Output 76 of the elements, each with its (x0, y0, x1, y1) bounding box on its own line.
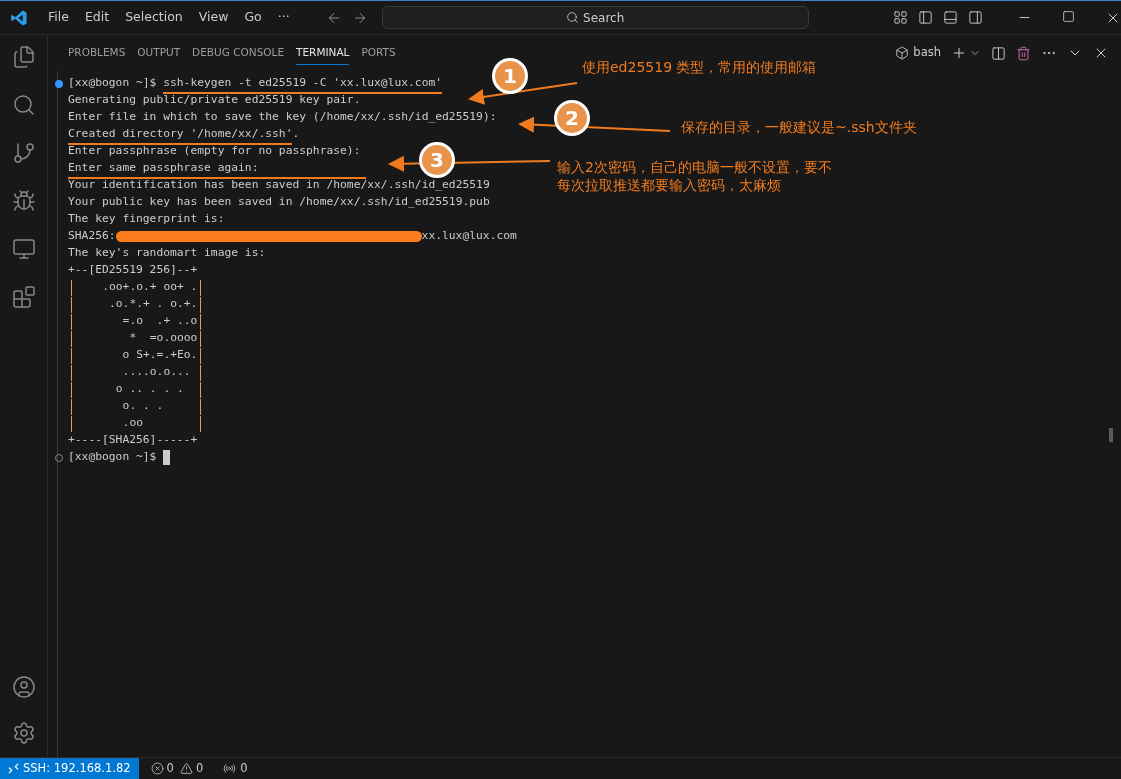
scrollbar (1109, 428, 1113, 442)
search-placeholder: Search (583, 9, 625, 27)
randomart-row-text: .o.*.+ . o.+. (108, 296, 198, 313)
error-count[interactable]: 0 (166, 759, 174, 778)
annotation-text: 输入2次密码，自己的电脑一般不设置，要不 (557, 158, 832, 176)
ports-icon (223, 762, 237, 775)
terminal-output: xx.lux@lux.com (421, 228, 517, 245)
search-icon (566, 11, 580, 24)
run-debug-icon[interactable] (11, 189, 36, 213)
annotation-text: 每次拉取推送都要输入密码，太麻烦 (557, 176, 782, 194)
terminal-output: SHA256: (68, 228, 116, 245)
terminal-output: The key fingerprint is: (68, 211, 225, 228)
step-marker: 2 (554, 100, 590, 136)
randomart-row-text: =.o .+ ..o (121, 313, 198, 330)
terminal-prompt: [xx@bogon ~]$ (68, 75, 158, 92)
randomart-row-text: o .. . . . (114, 381, 185, 398)
warning-icon (179, 762, 193, 775)
terminal-output: . (292, 126, 300, 143)
panel-tab[interactable]: DEBUG CONSOLE (192, 41, 285, 65)
remote-explorer-icon[interactable] (11, 237, 36, 261)
maximize-icon[interactable] (1061, 9, 1075, 23)
terminal-profile-button[interactable]: bash (895, 44, 941, 62)
step-marker: 3 (419, 142, 455, 178)
terminal-output: +----[SHA256]-----+ (68, 432, 198, 449)
terminal-cursor (163, 450, 171, 465)
annotation-text: 保存的目录，一般建议是~.ssh文件夹 (681, 118, 917, 136)
randomart-row-text: .oo (121, 415, 144, 432)
vscode-logo (10, 8, 28, 27)
source-control-icon[interactable] (11, 141, 36, 165)
secondary-sidebar-icon[interactable] (967, 10, 983, 25)
terminal-output: Created directory '/home/xx/.ssh' (68, 126, 293, 143)
panel-tab[interactable]: PROBLEMS (68, 41, 126, 65)
randomart-row-text: .oo+.o.+ oo+ . (101, 279, 198, 296)
annotation-text: 使用ed25519 类型，常用的使用邮箱 (582, 58, 817, 76)
terminal-output: Your identification has been saved in /home/xx/.ssh/id_ed25519 (68, 177, 490, 194)
randomart-row-text: ....o.o... (121, 364, 192, 381)
menu-item[interactable]: Go (238, 8, 268, 27)
search-field[interactable]: Search (381, 6, 809, 29)
terminal-output: Generating public/private ed25519 key pair. (68, 92, 361, 109)
new-terminal-icon[interactable] (951, 45, 967, 61)
menu-item[interactable]: Selection (119, 8, 189, 27)
terminal-output: Enter file in which to save the key (/home/xx/.ssh/id_ed25519): (68, 109, 497, 126)
terminal-output: +--[ED25519 256]--+ (68, 262, 198, 279)
panel-tab[interactable]: TERMINAL (296, 41, 350, 65)
delete-icon[interactable] (1016, 45, 1031, 61)
settings-icon[interactable] (11, 721, 36, 745)
menu-item[interactable]: Edit (78, 8, 116, 27)
terminal-output: Your public key has been saved in /home/xx/.ssh/id_ed25519.pub (68, 194, 490, 211)
warning-count[interactable]: 0 (195, 759, 204, 778)
menu-item[interactable]: View (192, 8, 235, 27)
step-marker: 1 (492, 58, 528, 94)
menu-item[interactable]: ··· (271, 8, 296, 27)
terminal-output: Enter same passphrase again: (68, 160, 259, 177)
panel-tab[interactable]: PORTS (361, 41, 396, 65)
terminal-output: Enter passphrase (empty for no passphrase): (68, 143, 361, 160)
terminal-command: ssh-keygen -t ed25519 -C 'xx.lux@lux.com' (163, 75, 443, 92)
files-icon[interactable] (11, 45, 36, 69)
randomart-row-text: o S+.=.+Eo. (121, 347, 198, 364)
terminal-prompt: [xx@bogon ~]$ (68, 449, 158, 466)
error-icon (150, 762, 164, 775)
panel-toggle-icon[interactable] (942, 10, 958, 25)
randomart-row-text: o. . . (121, 398, 165, 415)
terminal-shell-icon (895, 46, 910, 60)
search-icon[interactable] (11, 93, 36, 117)
sidebar-toggle-icon[interactable] (917, 10, 933, 25)
extensions-icon[interactable] (11, 285, 36, 309)
split-terminal-icon[interactable] (991, 45, 1006, 61)
randomart-row-text: * =o.oooo (128, 330, 198, 347)
layout-icon[interactable] (892, 10, 908, 25)
remote-host[interactable]: SSH: 192.168.1.82 (23, 758, 139, 779)
ports-count[interactable]: 0 (240, 759, 248, 778)
menu-item[interactable]: File (42, 8, 75, 27)
account-icon[interactable] (11, 675, 36, 699)
terminal-output: The key's randomart image is: (68, 245, 266, 262)
panel-tab[interactable]: OUTPUT (137, 41, 181, 65)
remote-icon (8, 763, 19, 774)
